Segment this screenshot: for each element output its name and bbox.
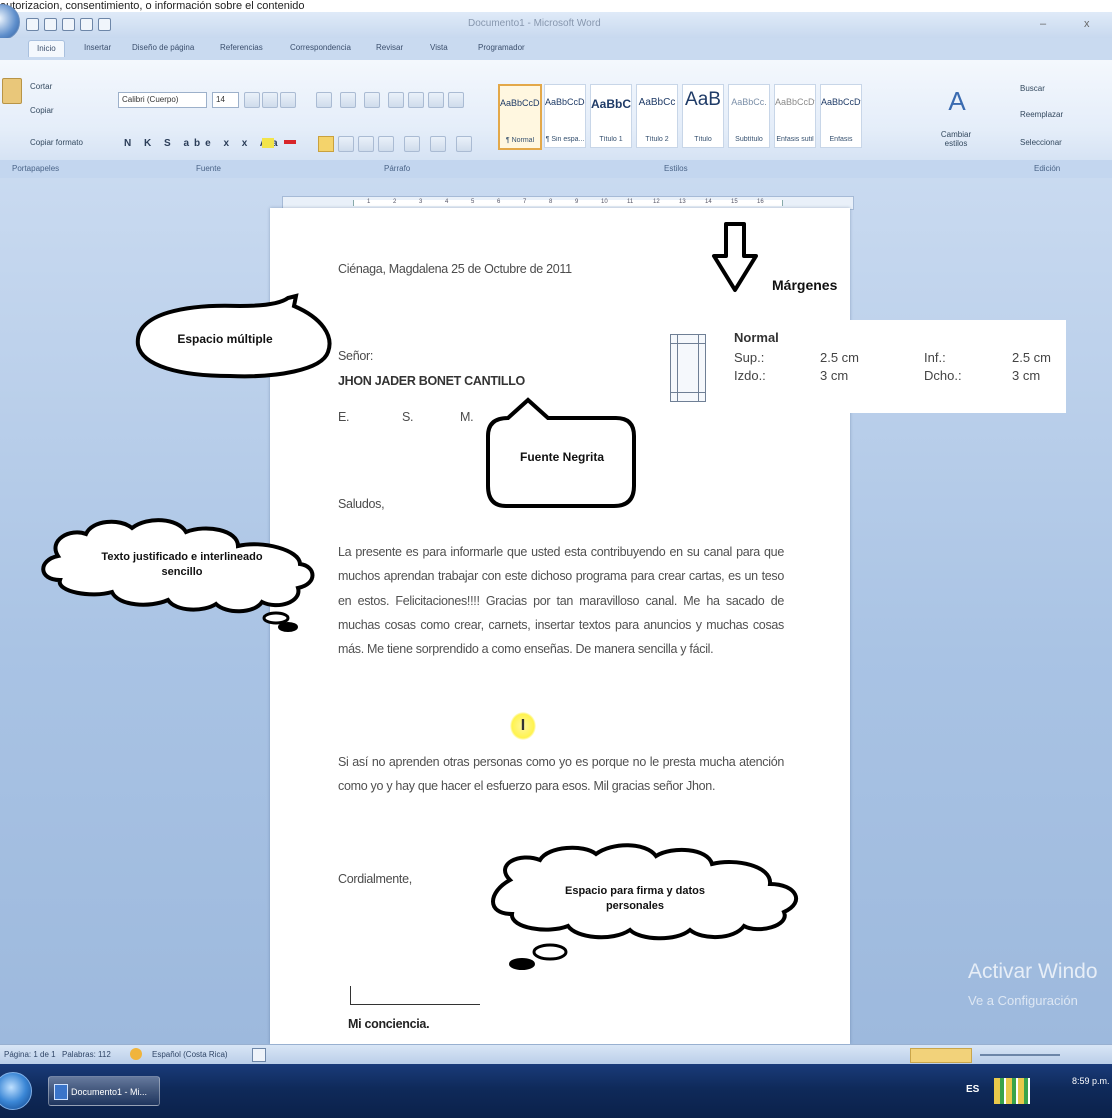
annotation-texto-justificado: Texto justificado e interlineado sencill…: [101, 551, 263, 578]
cloud-bubble-shape: [509, 958, 535, 970]
start-button[interactable]: [0, 1072, 32, 1110]
view-buttons[interactable]: [910, 1048, 972, 1063]
tray-icons[interactable]: [994, 1078, 1030, 1104]
word-icon: [54, 1084, 68, 1100]
annotation-margenes: Márgenes: [772, 277, 838, 293]
down-arrow-icon: [712, 222, 758, 292]
annotation-espacio-multiple: Espacio múltiple: [177, 332, 273, 346]
annotation-espacio-firma: Espacio para firma y datos personales: [565, 885, 705, 912]
status-page[interactable]: Página: 1 de 1: [4, 1050, 56, 1059]
cloud-bubble-shape: [262, 611, 290, 625]
cloud-bubble-shape: [532, 943, 568, 961]
status-words[interactable]: Palabras: 112: [62, 1050, 111, 1059]
cloud-bubble-shape: [278, 622, 298, 632]
macro-record-icon[interactable]: [252, 1048, 266, 1062]
clock[interactable]: 8:59 p.m.: [1072, 1076, 1110, 1086]
status-bar: Página: 1 de 1 Palabras: 112 Español (Co…: [0, 1044, 1112, 1065]
taskbar: Documento1 - Mi... ES 8:59 p.m.: [0, 1064, 1112, 1118]
language-indicator[interactable]: ES: [966, 1084, 979, 1095]
zoom-slider[interactable]: [980, 1054, 1060, 1056]
status-language[interactable]: Español (Costa Rica): [152, 1050, 228, 1059]
annotation-fuente-negrita: Fuente Negrita: [519, 450, 604, 464]
proofing-icon[interactable]: [130, 1048, 142, 1060]
